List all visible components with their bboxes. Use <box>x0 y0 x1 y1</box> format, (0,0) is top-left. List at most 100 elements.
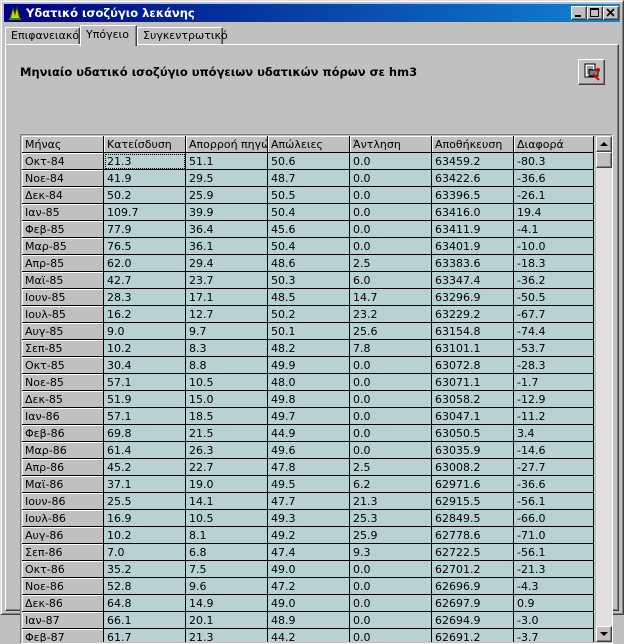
table-cell[interactable]: 0.0 <box>350 187 432 204</box>
table-cell[interactable]: 0.0 <box>350 595 432 612</box>
table-cell[interactable]: 50.6 <box>268 153 350 170</box>
table-cell[interactable]: 49.7 <box>268 408 350 425</box>
table-cell[interactable]: -36.6 <box>514 476 594 493</box>
column-header[interactable]: Κατείσδυση <box>104 136 186 153</box>
table-cell[interactable]: -1.7 <box>514 374 594 391</box>
table-cell[interactable]: 19.4 <box>514 204 594 221</box>
table-cell[interactable]: 69.8 <box>104 425 186 442</box>
table-cell[interactable]: 62915.5 <box>432 493 514 510</box>
table-cell[interactable]: 57.1 <box>104 374 186 391</box>
table-cell[interactable]: 61.4 <box>104 442 186 459</box>
table-cell[interactable]: -71.0 <box>514 527 594 544</box>
table-row[interactable]: Δεκ-86 64.8 14.9 49.0 0.0 62697.9 0.9 <box>22 595 594 612</box>
table-cell[interactable]: 16.2 <box>104 306 186 323</box>
data-grid[interactable]: Μήνας Κατείσδυση Απορροή πηγών Απώλειες Άντλ… <box>20 134 613 644</box>
table-cell[interactable]: 50.4 <box>268 238 350 255</box>
table-row[interactable]: Σεπ-85 10.2 8.3 48.2 7.8 63101.1 -53.7 <box>22 340 594 357</box>
table-cell[interactable]: 8.1 <box>186 527 268 544</box>
tab-groundwater[interactable]: Υπόγειο <box>80 25 137 46</box>
table-cell[interactable]: 49.5 <box>268 476 350 493</box>
table-row[interactable]: Φεβ-87 61.7 21.3 44.2 0.0 62691.2 -3.7 <box>22 629 594 642</box>
table-row[interactable]: Μαρ-85 76.5 36.1 50.4 0.0 63401.9 -10.0 <box>22 238 594 255</box>
table-cell[interactable]: 62691.2 <box>432 629 514 642</box>
table-cell[interactable]: 48.7 <box>268 170 350 187</box>
table-cell[interactable]: 0.0 <box>350 221 432 238</box>
table-cell[interactable]: 25.9 <box>350 527 432 544</box>
table-cell[interactable]: 63383.6 <box>432 255 514 272</box>
table-row[interactable]: Νοε-85 57.1 10.5 48.0 0.0 63071.1 -1.7 <box>22 374 594 391</box>
table-cell[interactable]: 0.0 <box>350 170 432 187</box>
table-cell[interactable]: 49.0 <box>268 561 350 578</box>
table-row[interactable]: Νοε-86 52.8 9.6 47.2 0.0 62696.9 -4.3 <box>22 578 594 595</box>
table-cell[interactable]: 29.5 <box>186 170 268 187</box>
table-row[interactable]: Οκτ-84 21.3 51.1 50.6 0.0 63459.2 -80.3 <box>22 153 594 170</box>
table-cell[interactable]: 63035.9 <box>432 442 514 459</box>
row-header-month[interactable]: Ιαν-85 <box>22 204 104 221</box>
table-cell[interactable]: 0.0 <box>350 357 432 374</box>
table-cell[interactable]: 41.9 <box>104 170 186 187</box>
table-cell[interactable]: 109.7 <box>104 204 186 221</box>
table-cell[interactable]: -4.1 <box>514 221 594 238</box>
table-cell[interactable]: 0.0 <box>350 374 432 391</box>
row-header-month[interactable]: Φεβ-85 <box>22 221 104 238</box>
table-cell[interactable]: 48.0 <box>268 374 350 391</box>
table-cell[interactable]: 63411.9 <box>432 221 514 238</box>
row-header-month[interactable]: Οκτ-86 <box>22 561 104 578</box>
table-cell[interactable]: 16.9 <box>104 510 186 527</box>
table-cell[interactable]: -18.3 <box>514 255 594 272</box>
tab-summary[interactable]: Συγκεντρωτικό <box>137 27 228 44</box>
table-cell[interactable]: 57.1 <box>104 408 186 425</box>
column-header[interactable]: Διαφορά <box>514 136 594 153</box>
row-header-month[interactable]: Μαρ-86 <box>22 442 104 459</box>
row-header-month[interactable]: Απρ-85 <box>22 255 104 272</box>
table-cell[interactable]: 19.0 <box>186 476 268 493</box>
row-header-month[interactable]: Σεπ-86 <box>22 544 104 561</box>
table-cell[interactable]: 10.5 <box>186 510 268 527</box>
table-cell[interactable]: 0.9 <box>514 595 594 612</box>
table-row[interactable]: Οκτ-85 30.4 8.8 49.9 0.0 63072.8 -28.3 <box>22 357 594 374</box>
table-cell[interactable]: 6.2 <box>350 476 432 493</box>
table-cell[interactable]: 50.2 <box>268 306 350 323</box>
table-cell[interactable]: 0.0 <box>350 391 432 408</box>
table-cell[interactable]: 48.2 <box>268 340 350 357</box>
table-cell[interactable]: 50.5 <box>268 187 350 204</box>
table-cell[interactable]: 9.3 <box>350 544 432 561</box>
table-cell[interactable]: 29.4 <box>186 255 268 272</box>
table-cell[interactable]: 49.3 <box>268 510 350 527</box>
table-cell[interactable]: 0.0 <box>350 204 432 221</box>
row-header-month[interactable]: Φεβ-87 <box>22 629 104 642</box>
table-cell[interactable]: 63071.1 <box>432 374 514 391</box>
table-cell[interactable]: 62778.6 <box>432 527 514 544</box>
table-row[interactable]: Ιουν-85 28.3 17.1 48.5 14.7 63296.9 -50.5 <box>22 289 594 306</box>
column-header[interactable]: Απώλειες <box>268 136 350 153</box>
table-cell[interactable]: 77.9 <box>104 221 186 238</box>
table-cell[interactable]: 62696.9 <box>432 578 514 595</box>
table-cell[interactable]: -3.7 <box>514 629 594 642</box>
row-header-month[interactable]: Οκτ-85 <box>22 357 104 374</box>
table-cell[interactable]: 21.5 <box>186 425 268 442</box>
table-row[interactable]: Μαρ-86 61.4 26.3 49.6 0.0 63035.9 -14.6 <box>22 442 594 459</box>
table-cell[interactable]: 14.1 <box>186 493 268 510</box>
table-cell[interactable]: 63101.1 <box>432 340 514 357</box>
table-cell[interactable]: 63459.2 <box>432 153 514 170</box>
table-cell[interactable]: 62722.5 <box>432 544 514 561</box>
table-row[interactable]: Οκτ-86 35.2 7.5 49.0 0.0 62701.2 -21.3 <box>22 561 594 578</box>
table-cell[interactable]: 21.3 <box>104 153 186 170</box>
table-row[interactable]: Φεβ-85 77.9 36.4 45.6 0.0 63411.9 -4.1 <box>22 221 594 238</box>
row-header-month[interactable]: Ιαν-86 <box>22 408 104 425</box>
table-cell[interactable]: 25.3 <box>350 510 432 527</box>
table-cell[interactable]: 62971.6 <box>432 476 514 493</box>
table-cell[interactable]: 50.4 <box>268 204 350 221</box>
table-cell[interactable]: 12.7 <box>186 306 268 323</box>
table-cell[interactable]: 42.7 <box>104 272 186 289</box>
row-header-month[interactable]: Δεκ-84 <box>22 187 104 204</box>
table-row[interactable]: Ιουλ-86 16.9 10.5 49.3 25.3 62849.5 -66.0 <box>22 510 594 527</box>
table-cell[interactable]: -67.7 <box>514 306 594 323</box>
table-cell[interactable]: 47.4 <box>268 544 350 561</box>
table-cell[interactable]: 50.3 <box>268 272 350 289</box>
row-header-month[interactable]: Ιουλ-86 <box>22 510 104 527</box>
table-cell[interactable]: 10.2 <box>104 340 186 357</box>
table-cell[interactable]: 7.0 <box>104 544 186 561</box>
table-cell[interactable]: -74.4 <box>514 323 594 340</box>
table-cell[interactable]: 44.2 <box>268 629 350 642</box>
